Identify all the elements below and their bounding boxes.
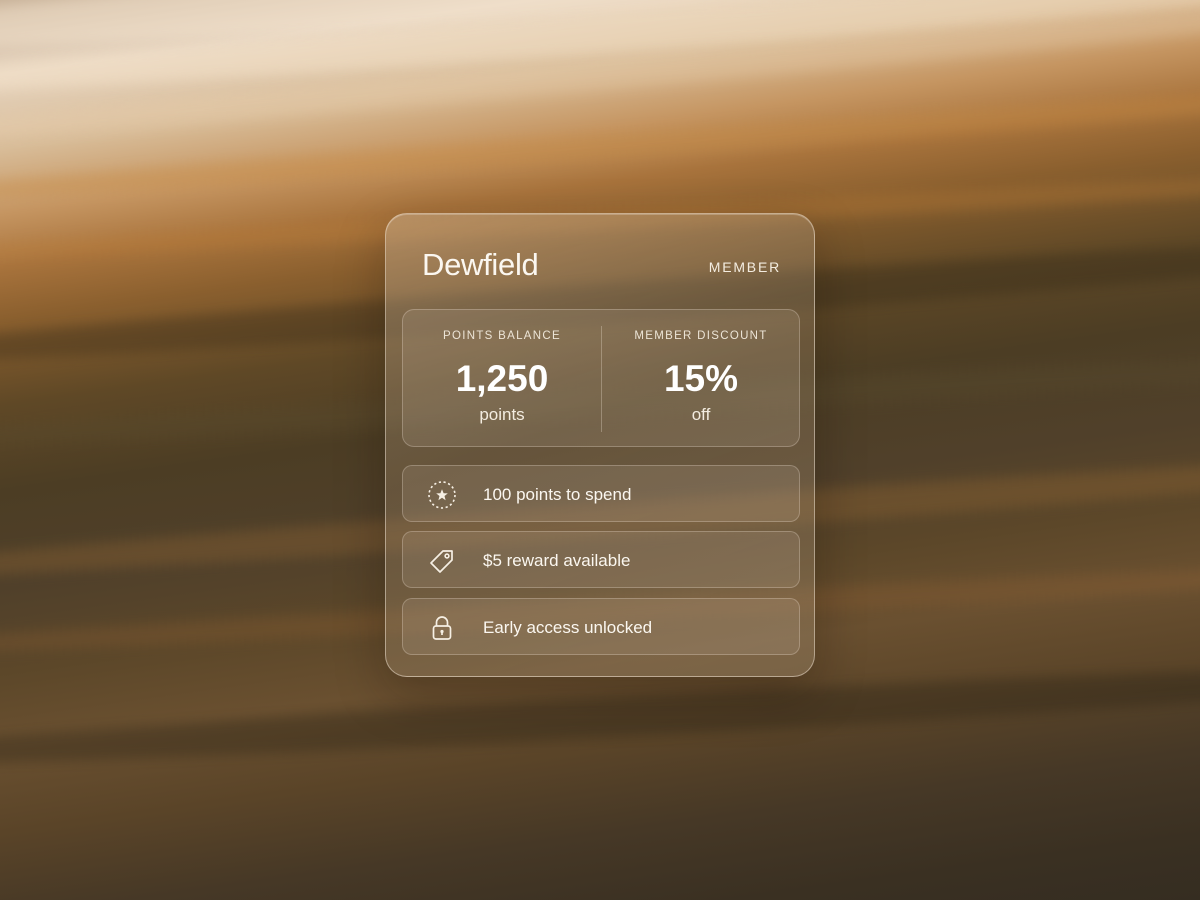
perk-item-early-access[interactable]: Early access unlocked — [402, 598, 800, 655]
stats-panel: POINTS BALANCE 1,250 points MEMBER DISCO… — [402, 309, 800, 447]
perk-item-reward-available[interactable]: $5 reward available — [402, 531, 800, 588]
lock-icon — [427, 613, 457, 643]
points-balance-label: POINTS BALANCE — [443, 330, 561, 342]
member-discount-unit: off — [691, 405, 711, 424]
perk-label: Early access unlocked — [483, 618, 653, 637]
perk-label: $5 reward available — [483, 551, 631, 570]
points-balance-unit: points — [479, 405, 525, 424]
star-badge-icon — [427, 480, 457, 510]
membership-tier: MEMBER — [708, 259, 781, 275]
member-discount-stat: MEMBER DISCOUNT 15% off — [602, 310, 800, 446]
brand-name: Dewfield — [422, 247, 539, 282]
tag-icon — [427, 546, 457, 576]
member-discount-value: 15% — [663, 358, 739, 399]
points-balance-stat: POINTS BALANCE 1,250 points — [403, 310, 601, 446]
perk-label: 100 points to spend — [483, 485, 632, 504]
perk-item-points-to-spend[interactable]: 100 points to spend — [402, 465, 800, 522]
membership-card: Dewfield MEMBER POINTS BALANCE 1,250 poi… — [385, 213, 815, 677]
points-balance-value: 1,250 — [455, 358, 549, 399]
member-discount-label: MEMBER DISCOUNT — [634, 330, 768, 342]
